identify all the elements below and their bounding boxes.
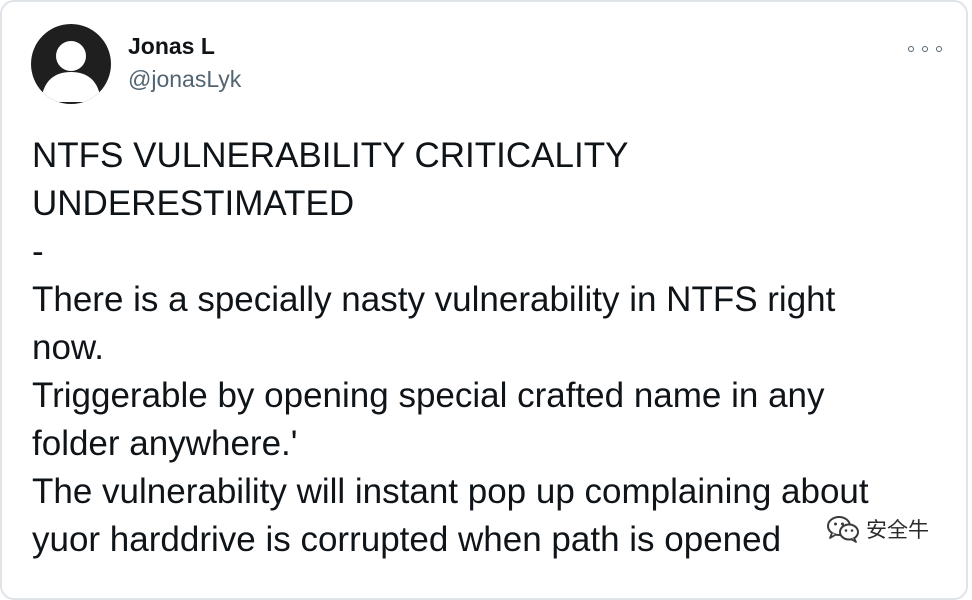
tweet-text-line: yuor harddrive is corrupted when path is… bbox=[32, 520, 782, 559]
author-handle[interactable]: @jonasLyk bbox=[128, 66, 241, 93]
tweet-text-line: There is a specially nasty vulnerability… bbox=[32, 280, 836, 319]
tweet-text-line: folder anywhere.' bbox=[32, 424, 298, 463]
watermark: 安全牛 bbox=[822, 514, 933, 544]
default-avatar-icon bbox=[41, 41, 101, 102]
more-options-icon bbox=[908, 46, 914, 52]
wechat-logo-icon bbox=[827, 516, 859, 543]
tweet-text-line: NTFS VULNERABILITY CRITICALITY bbox=[32, 136, 629, 175]
tweet-text: NTFS VULNERABILITY CRITICALITY UNDERESTI… bbox=[32, 132, 952, 564]
watermark-text: 安全牛 bbox=[866, 518, 929, 542]
avatar[interactable] bbox=[31, 24, 111, 104]
tweet-card: Jonas L @jonasLyk NTFS VULNERABILITY CRI… bbox=[0, 0, 968, 600]
tweet-text-line: The vulnerability will instant pop up co… bbox=[32, 472, 869, 511]
author-display-name[interactable]: Jonas L bbox=[128, 33, 215, 60]
tweet-text-line: - bbox=[32, 232, 44, 271]
more-options-button[interactable] bbox=[908, 38, 942, 60]
tweet-text-line: UNDERESTIMATED bbox=[32, 184, 355, 223]
tweet-text-line: Triggerable by opening special crafted n… bbox=[32, 376, 825, 415]
more-options-icon bbox=[922, 46, 928, 52]
tweet-text-line: now. bbox=[32, 328, 104, 367]
more-options-icon bbox=[936, 46, 942, 52]
